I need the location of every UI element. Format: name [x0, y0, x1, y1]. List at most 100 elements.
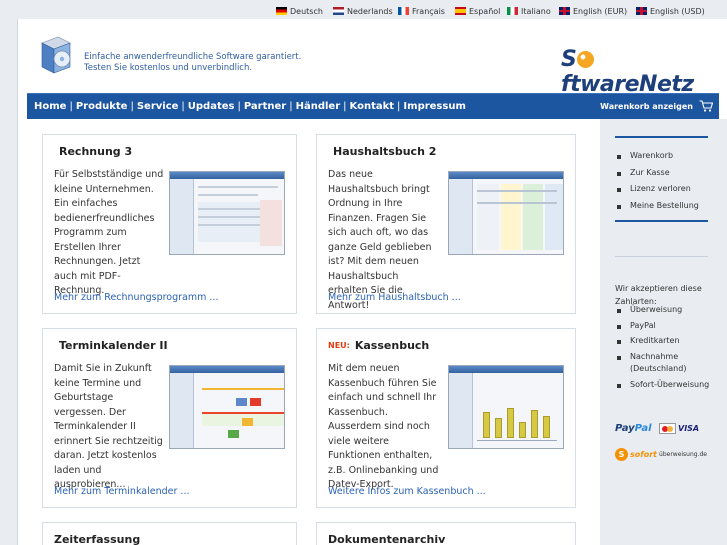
product-card-haushaltsbuch: Haushaltsbuch 2 Das neue Haushaltsbuch b…	[316, 134, 576, 314]
product-title-text: Haushaltsbuch 2	[333, 145, 437, 158]
nav-separator: |	[181, 101, 185, 112]
product-description: Mit dem neuen Kassenbuch führen Sie einf…	[328, 363, 439, 490]
sidebar-link-lizenz-verloren[interactable]: Lizenz verloren	[617, 181, 699, 198]
sofort-text: sofort	[630, 450, 658, 459]
nav-separator: |	[397, 101, 401, 112]
product-title-text: Rechnung 3	[59, 145, 133, 158]
more-link[interactable]: Mehr zum Rechnungsprogramm ...	[54, 292, 218, 303]
sidebar-divider	[615, 136, 708, 138]
lang-label: Español	[469, 6, 501, 16]
tagline-line-1: Einfache anwenderfreundliche Software ga…	[84, 52, 302, 62]
de-flag-icon	[276, 7, 287, 15]
es-flag-icon	[455, 7, 466, 15]
lang-nederlands[interactable]: Nederlands	[333, 6, 393, 16]
product-title[interactable]: Zeiterfassung	[54, 533, 140, 545]
show-cart-link[interactable]: Warenkorb anzeigen	[600, 102, 693, 111]
nav-kontakt[interactable]: Kontakt	[350, 101, 395, 112]
product-title[interactable]: Dokumentenarchiv	[328, 533, 445, 545]
gb-flag-icon	[636, 7, 647, 15]
lang-label: Italiano	[521, 6, 551, 16]
lang-label: Français	[412, 6, 445, 16]
lang-english-eur[interactable]: English (EUR)	[559, 6, 627, 16]
payment-methods-list: Überweisung PayPal Kreditkarten Nachnahm…	[617, 302, 717, 392]
paypal-pay-text: Pay	[615, 423, 635, 434]
payment-method: Sofort-Überweisung	[617, 377, 717, 393]
nav-produkte[interactable]: Produkte	[76, 101, 128, 112]
sofort-icon: S	[615, 448, 628, 461]
product-title[interactable]: Terminkalender II	[54, 339, 168, 352]
main-nav: Home | Produkte | Service | Updates | Partner | Hä…	[27, 93, 719, 119]
product-card-kassenbuch: NEU: Kassenbuch Mit dem neuen Kassenbuch …	[316, 328, 576, 508]
payment-method: Kreditkarten	[617, 333, 717, 349]
lang-francais[interactable]: Français	[398, 6, 445, 16]
lang-espanol[interactable]: Español	[455, 6, 500, 16]
nav-updates[interactable]: Updates	[188, 101, 235, 112]
more-link[interactable]: Weitere Infos zum Kassenbuch ...	[328, 486, 486, 497]
sidebar-link-meine-bestellung[interactable]: Meine Bestellung	[617, 198, 699, 215]
lang-english-usd[interactable]: English (USD)	[636, 6, 705, 16]
brand-text-start: S	[561, 47, 577, 72]
lang-label: English (EUR)	[573, 6, 628, 16]
lang-label: Deutsch	[290, 6, 323, 16]
page: Einfache anwenderfreundliche Software ga…	[17, 19, 727, 545]
product-screenshot[interactable]	[448, 365, 564, 449]
nl-flag-icon	[333, 7, 344, 15]
sidebar-divider	[615, 220, 708, 222]
nav-haendler[interactable]: Händler	[296, 101, 341, 112]
product-card-terminkalender: Terminkalender II Damit Sie in Zukunft k…	[42, 328, 297, 508]
mastercard-icon	[659, 423, 676, 434]
sofort-subtext: überweisung.de	[659, 451, 707, 458]
product-description: Damit Sie in Zukunft keine Termine und G…	[54, 363, 163, 490]
cart-links-list: Warenkorb Zur Kasse Lizenz verloren Mein…	[617, 148, 699, 214]
right-sidebar: Warenkorb Zur Kasse Lizenz verloren Mein…	[600, 119, 727, 545]
credit-cards-logo: VISA	[659, 423, 699, 434]
product-title-text: Dokumentenarchiv	[328, 533, 446, 545]
nav-separator: |	[289, 101, 293, 112]
tagline-line-2: Testen Sie kostenlos und unverbindlich.	[84, 63, 253, 73]
lang-deutsch[interactable]: Deutsch	[276, 6, 323, 16]
gb-flag-icon	[559, 7, 570, 15]
nav-separator: |	[343, 101, 347, 112]
more-link[interactable]: Mehr zum Haushaltsbuch ...	[328, 292, 461, 303]
lang-label: Nederlands	[347, 6, 393, 16]
product-card-dokumentenarchiv: Dokumentenarchiv	[316, 522, 576, 545]
nav-menu: Home | Produkte | Service | Updates | Partner | Hä…	[34, 101, 466, 112]
nav-home[interactable]: Home	[34, 101, 66, 112]
product-screenshot[interactable]	[169, 171, 285, 255]
header-tagline: Einfache anwenderfreundliche Software ga…	[84, 52, 301, 74]
product-title[interactable]: NEU: Kassenbuch	[328, 339, 429, 352]
software-box-icon[interactable]	[38, 35, 74, 75]
visa-logo: VISA	[678, 424, 700, 433]
more-link[interactable]: Mehr zum Terminkalender ...	[54, 486, 189, 497]
brand-o-icon	[577, 51, 595, 68]
lang-italiano[interactable]: Italiano	[507, 6, 551, 16]
payment-method: Nachnahme (Deutschland)	[617, 349, 717, 377]
sidebar-link-zur-kasse[interactable]: Zur Kasse	[617, 165, 699, 182]
nav-separator: |	[237, 101, 241, 112]
shopping-cart-icon[interactable]	[699, 100, 713, 112]
product-description: Für Selbstständige und kleine Unternehme…	[54, 169, 164, 296]
brand-logo[interactable]: SftwareNetz	[561, 47, 727, 97]
product-title[interactable]: Rechnung 3	[54, 145, 132, 158]
nav-partner[interactable]: Partner	[244, 101, 286, 112]
nav-impressum[interactable]: Impressum	[403, 101, 465, 112]
lang-label: English (USD)	[650, 6, 705, 16]
fr-flag-icon	[398, 7, 409, 15]
sofort-logo: S sofort überweisung.de	[615, 448, 707, 461]
product-title-text: Zeiterfassung	[54, 533, 141, 545]
product-title[interactable]: Haushaltsbuch 2	[328, 145, 436, 158]
product-screenshot[interactable]	[169, 365, 285, 449]
sidebar-link-warenkorb[interactable]: Warenkorb	[617, 148, 699, 165]
product-title-text: Terminkalender II	[59, 339, 168, 352]
product-screenshot[interactable]	[448, 171, 564, 255]
sidebar-divider	[615, 256, 708, 257]
payment-method: Überweisung	[617, 302, 717, 318]
nav-separator: |	[69, 101, 73, 112]
language-bar: Deutsch Nederlands Français Español Ital…	[0, 0, 727, 19]
paypal-pal-text: Pal	[634, 423, 652, 434]
nav-separator: |	[130, 101, 134, 112]
product-card-zeiterfassung: Zeiterfassung	[42, 522, 297, 545]
payment-method: PayPal	[617, 318, 717, 334]
nav-service[interactable]: Service	[137, 101, 179, 112]
paypal-logo: PayPal	[615, 423, 652, 434]
